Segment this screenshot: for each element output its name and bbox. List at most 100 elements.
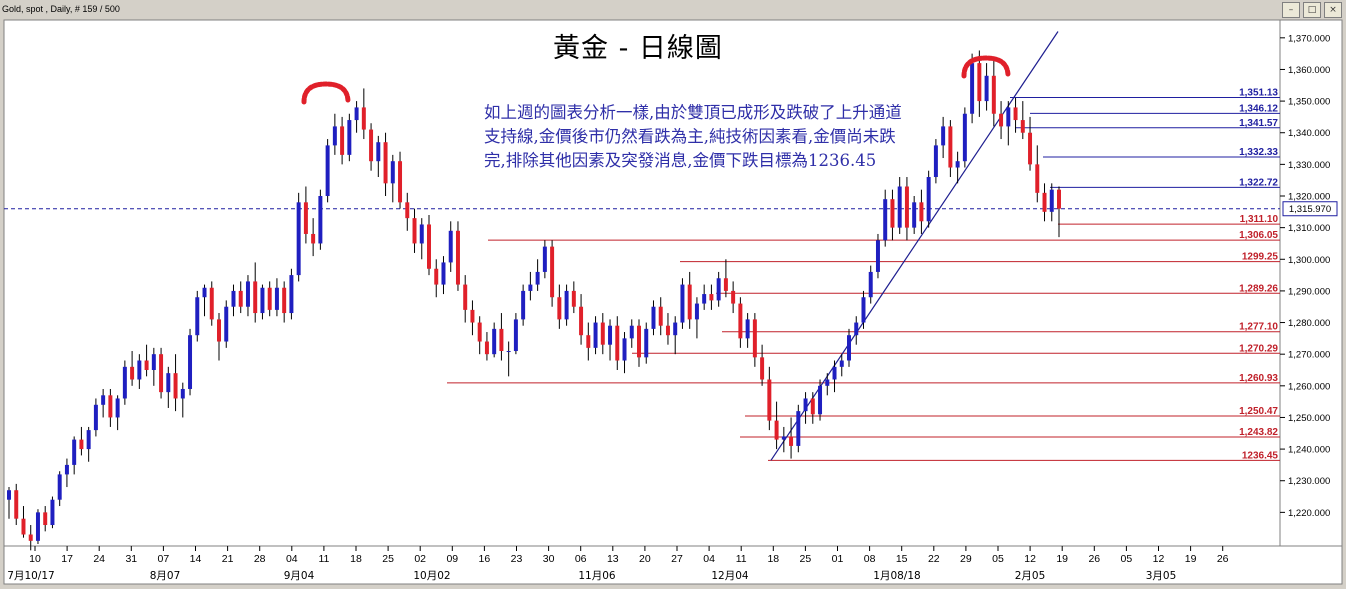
x-tick-label: 12 (1024, 553, 1036, 565)
candle-body (253, 281, 258, 314)
candle-body (991, 75, 996, 114)
candle-body (1013, 107, 1018, 121)
candle-body (912, 202, 917, 228)
minimize-icon[interactable]: – (1282, 2, 1300, 18)
x-tick-label: 31 (125, 553, 137, 565)
y-tick-label: 1,280.000 (1288, 318, 1330, 329)
candle-body (977, 63, 982, 102)
price-chart[interactable]: 1,220.000 1,230.000 1,240.000 1,250.000 1,26… (0, 0, 1346, 589)
candle-body (933, 145, 938, 178)
x-tick-label: 12 (1153, 553, 1165, 565)
candle-body (890, 199, 895, 228)
candle-body (361, 107, 366, 130)
candle-body (832, 366, 837, 380)
candle-body (289, 275, 294, 314)
candle-body (904, 186, 909, 228)
candle-body (629, 325, 634, 339)
maximize-icon[interactable]: □ (1303, 2, 1321, 18)
candle-body (803, 398, 808, 412)
candle-body (43, 512, 48, 526)
candle-body (28, 534, 33, 541)
x-tick-label: 27 (671, 553, 683, 565)
time-axis-panel (3, 545, 1343, 585)
candle-body (325, 145, 330, 196)
candle-body (687, 284, 692, 320)
x-tick-label: 09 (446, 553, 458, 565)
candle-body (854, 322, 859, 336)
candle-body (752, 319, 757, 358)
y-tick-label: 1,340.000 (1288, 128, 1330, 139)
level-label: 1299.25 (1242, 252, 1279, 263)
x-tick-label: 18 (350, 553, 362, 565)
candle-body (260, 287, 265, 314)
x-tick-label: 08 (864, 553, 876, 565)
candle-body (796, 411, 801, 446)
candle-body (875, 240, 880, 272)
x-tick-label: 19 (1056, 553, 1068, 565)
y-tick-label: 1,300.000 (1288, 255, 1330, 266)
candle-body (217, 319, 221, 342)
candle-body (1035, 164, 1040, 193)
level-label: 1,341.57 (1239, 118, 1278, 129)
candle-body (390, 161, 395, 184)
y-tick-label: 1,310.000 (1288, 223, 1330, 234)
candle-body (847, 335, 851, 361)
candle-body (499, 328, 504, 352)
candle-body (57, 474, 62, 500)
x-month-label: 3月05 (1146, 570, 1177, 582)
level-label: 1,260.93 (1239, 373, 1278, 384)
candle-body (448, 230, 453, 263)
candle-body (347, 120, 352, 155)
candle-body (354, 107, 359, 121)
candle-body (296, 202, 301, 276)
candle-body (513, 319, 518, 352)
y-tick-label: 1,370.000 (1288, 33, 1330, 44)
chart-window: 1,220.000 1,230.000 1,240.000 1,250.000 1,26… (0, 0, 1346, 589)
candle-body (767, 379, 772, 421)
candle-body (137, 360, 142, 380)
y-tick-label: 1,330.000 (1288, 160, 1330, 171)
candle-body (202, 287, 207, 298)
level-label: 1,243.82 (1239, 427, 1278, 438)
candle-body (702, 294, 707, 304)
window-controls: – □ × (1282, 2, 1342, 18)
candle-body (332, 126, 337, 146)
candle-body (122, 366, 127, 399)
candle-body (64, 464, 69, 475)
x-tick-label: 01 (832, 553, 844, 565)
candle-body (383, 142, 388, 184)
candle-body (318, 196, 323, 244)
candle-body (144, 360, 149, 370)
candle-body (861, 297, 866, 323)
candle-body (441, 262, 446, 285)
y-tick-label: 1,270.000 (1288, 350, 1330, 361)
level-label: 1,346.12 (1239, 103, 1278, 114)
level-label: 1,289.26 (1239, 283, 1278, 294)
candle-body (723, 278, 728, 291)
candle-body (1028, 132, 1033, 165)
candle-body (470, 309, 475, 323)
candle-body (883, 199, 888, 241)
candle-body (839, 360, 844, 367)
candle-body (101, 395, 106, 405)
candle-body (311, 233, 316, 244)
candle-body (897, 186, 902, 228)
candle-body (926, 177, 931, 222)
candle-body (224, 306, 229, 342)
candle-body (209, 287, 214, 320)
candle-body (484, 341, 489, 355)
candle-body (7, 490, 11, 500)
x-month-label: 12月04 (711, 570, 749, 582)
candle-body (151, 354, 156, 370)
x-tick-label: 16 (479, 553, 491, 565)
close-icon[interactable]: × (1324, 2, 1342, 18)
candle-body (622, 338, 627, 361)
candle-body (79, 439, 84, 450)
y-tick-label: 1,260.000 (1288, 381, 1330, 392)
x-tick-label: 04 (703, 553, 715, 565)
candle-body (868, 271, 873, 298)
candle-body (477, 322, 482, 342)
candle-body (615, 325, 620, 361)
x-tick-label: 30 (543, 553, 555, 565)
candle-body (818, 385, 823, 415)
